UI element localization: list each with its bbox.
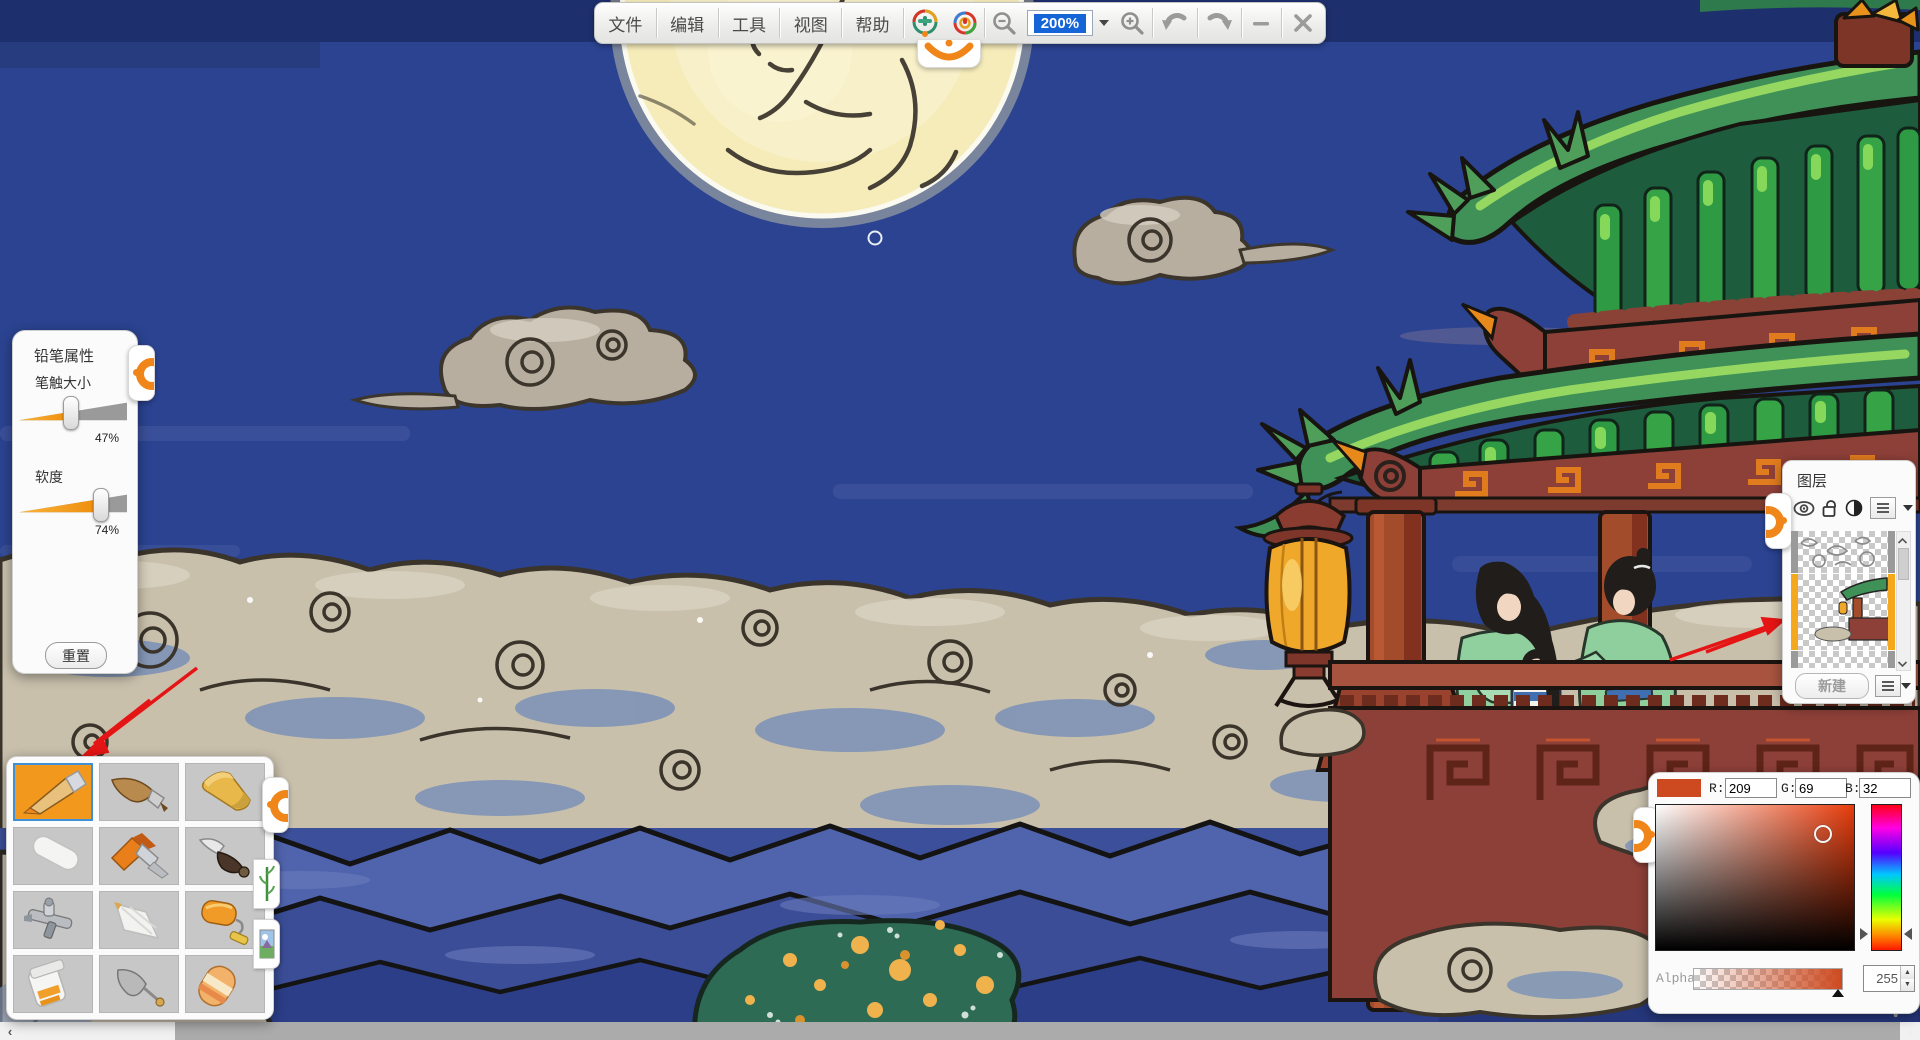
layers-panel: 图层 新建 — [1782, 460, 1916, 704]
zoom-level-value: 200% — [1034, 14, 1086, 33]
layer-menu-button[interactable] — [1870, 497, 1896, 519]
alpha-down-button[interactable]: ▼ — [1901, 979, 1914, 992]
tool-paint-jar[interactable] — [13, 955, 93, 1013]
zoom-out-button[interactable] — [985, 3, 1024, 43]
scroll-right-arrow[interactable]: › — [1900, 1022, 1920, 1040]
undo-arrow-icon — [1160, 8, 1190, 38]
current-color-swatch — [1657, 779, 1701, 797]
brush-size-slider[interactable] — [17, 395, 129, 431]
app-window: 文件 编辑 工具 视图 帮助 200% 铅笔属性 笔触大小 47% 软度 — [0, 0, 1920, 1040]
color-picker-panel: R: G: B: Alpha ▲▼ — [1648, 772, 1920, 1014]
brush-size-label: 笔触大小 — [35, 373, 91, 393]
alpha-value-input[interactable] — [1864, 966, 1900, 991]
hue-marker-right[interactable] — [1904, 928, 1912, 940]
unlock-icon[interactable] — [1822, 499, 1838, 518]
undo-button[interactable] — [1153, 3, 1196, 43]
alpha-label: Alpha — [1656, 971, 1695, 986]
eye-icon[interactable] — [1793, 501, 1815, 516]
zoom-level-field[interactable]: 200% — [1027, 10, 1094, 36]
tool-pencil[interactable] — [13, 763, 93, 821]
redo-arrow-icon — [1204, 8, 1234, 38]
clown-smile-icon — [918, 40, 980, 67]
tool-wooden-pen[interactable] — [99, 763, 179, 821]
layer-item-scene-selected[interactable] — [1791, 574, 1895, 650]
layers-panel-title: 图层 — [1797, 470, 1915, 491]
alpha-marker[interactable] — [1832, 989, 1844, 997]
panel-title: 铅笔属性 — [34, 345, 137, 366]
alpha-slider[interactable] — [1693, 968, 1843, 990]
layer-options-caret[interactable] — [1901, 683, 1911, 689]
new-layer-button[interactable]: 新建 — [1795, 673, 1869, 699]
tool-wedge-brush[interactable] — [99, 891, 179, 949]
menu-icon — [1881, 680, 1895, 692]
scroll-down-icon — [1897, 660, 1908, 668]
layer-list — [1791, 531, 1895, 669]
reset-button[interactable]: 重置 — [45, 642, 107, 669]
redo-button[interactable] — [1198, 3, 1241, 43]
zoom-dropdown-caret[interactable] — [1099, 20, 1109, 26]
contrast-icon[interactable] — [1845, 499, 1863, 517]
bamboo-brushes-tab[interactable] — [253, 859, 280, 909]
horizontal-scrollbar[interactable]: ‹ › — [0, 1022, 1920, 1040]
b-input[interactable] — [1859, 778, 1911, 798]
color-swirl-icon[interactable] — [945, 3, 984, 43]
panel-drag-handle[interactable] — [1765, 493, 1792, 549]
scroll-left-arrow[interactable]: ‹ — [0, 1022, 20, 1040]
horizontal-scrollbar-thumb[interactable] — [175, 1022, 1900, 1040]
canvas-artwork[interactable] — [0, 0, 1920, 1040]
menu-file[interactable]: 文件 — [595, 3, 656, 43]
hue-marker-left[interactable] — [1860, 928, 1868, 940]
minimize-icon — [1251, 13, 1271, 33]
bamboo-icon — [259, 864, 275, 904]
alpha-spinner: ▲▼ — [1863, 965, 1915, 992]
layer-options-button[interactable] — [1875, 675, 1901, 697]
tool-flat-brush[interactable] — [99, 827, 179, 885]
layer-item-lineart[interactable] — [1791, 531, 1895, 573]
scroll-up-icon — [1897, 537, 1908, 545]
tool-airbrush[interactable] — [13, 891, 93, 949]
zoom-in-button[interactable] — [1113, 3, 1152, 43]
alpha-up-button[interactable]: ▲ — [1901, 966, 1914, 979]
softness-slider-handle[interactable] — [93, 488, 109, 522]
tool-grid — [13, 763, 265, 1013]
panel-drag-handle[interactable] — [262, 777, 289, 833]
tool-crayon[interactable] — [185, 763, 265, 821]
magnifier-minus-icon — [991, 10, 1018, 37]
r-input[interactable] — [1725, 778, 1777, 798]
picture-stamps-tab[interactable] — [253, 919, 280, 969]
brush-size-slider-handle[interactable] — [63, 396, 79, 430]
clown-face-icon[interactable] — [904, 3, 945, 43]
close-button[interactable] — [1282, 3, 1325, 43]
tool-palette-panel — [6, 756, 274, 1020]
softness-slider[interactable] — [17, 487, 129, 523]
main-toolbar: 文件 编辑 工具 视图 帮助 200% — [594, 2, 1326, 44]
pencil-properties-panel: 铅笔属性 笔触大小 47% 软度 74% 重置 — [12, 330, 138, 674]
layer-item-partial[interactable] — [1791, 651, 1895, 668]
softness-value: 74% — [95, 523, 119, 537]
layer-menu-caret[interactable] — [1903, 505, 1913, 511]
minimize-button[interactable] — [1242, 3, 1281, 43]
landscape-icon — [259, 924, 275, 964]
hue-strip[interactable] — [1871, 804, 1902, 951]
brush-size-value: 47% — [95, 431, 119, 445]
magnifier-plus-icon — [1119, 10, 1146, 37]
panel-drag-handle[interactable] — [128, 345, 155, 401]
g-input[interactable] — [1795, 778, 1847, 798]
menu-tools[interactable]: 工具 — [719, 3, 780, 43]
menu-edit[interactable]: 编辑 — [657, 3, 718, 43]
sv-cursor[interactable] — [1814, 825, 1832, 843]
close-icon — [1293, 13, 1313, 33]
menu-view[interactable]: 视图 — [780, 3, 841, 43]
tool-palette-knife[interactable] — [99, 955, 179, 1013]
active-tool-tab — [917, 40, 981, 68]
saturation-value-square[interactable] — [1655, 804, 1855, 951]
softness-label: 软度 — [35, 467, 63, 487]
menu-help[interactable]: 帮助 — [842, 3, 903, 43]
tool-chalk[interactable] — [13, 827, 93, 885]
layer-list-scrollbar[interactable] — [1896, 531, 1911, 671]
menu-icon — [1876, 502, 1890, 514]
r-label: R: — [1709, 781, 1725, 796]
